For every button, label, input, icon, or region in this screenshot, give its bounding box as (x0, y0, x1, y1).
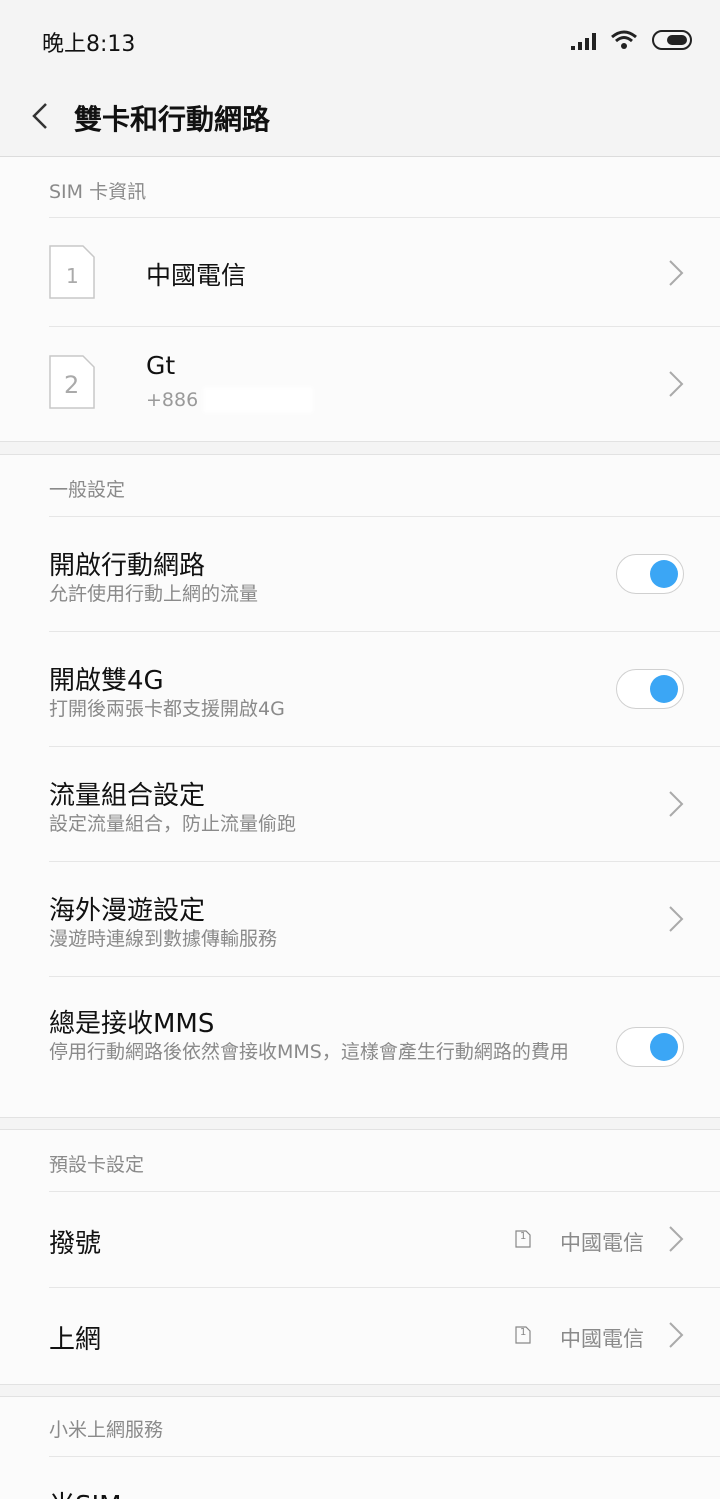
chevron-right-icon (669, 371, 684, 397)
chevron-right-icon (669, 906, 684, 932)
mi-sim-row[interactable]: 米SIM (0, 1457, 720, 1499)
setting-title: 上網 (49, 1325, 102, 1355)
setting-subtitle: 停用行動網路後依然會接收MMS，這樣會產生行動網路的費用 (49, 1041, 569, 1063)
setting-subtitle: 打開後兩張卡都支援開啟4G (49, 698, 285, 720)
section-heading: SIM 卡資訊 (49, 181, 147, 203)
default-data-row[interactable]: 上網 1 中國電信 (0, 1288, 720, 1384)
always-mms-toggle[interactable] (616, 1027, 684, 1067)
status-time: 晚上8:13 (42, 32, 136, 57)
sim-slot-number: 1 (520, 1231, 527, 1242)
mi-services-section: 小米上網服務 米SIM (0, 1396, 720, 1499)
dual-4g-toggle[interactable] (616, 669, 684, 709)
chevron-right-icon (669, 1226, 684, 1252)
back-arrow-icon[interactable] (26, 96, 56, 136)
mobile-data-toggle[interactable] (616, 554, 684, 594)
setting-title: 撥號 (49, 1229, 102, 1259)
status-icons (571, 24, 692, 56)
general-settings-section: 一般設定 開啟行動網路 允許使用行動上網的流量 開啟雙4G 打開後兩張卡都支援開… (0, 454, 720, 1118)
sim-carrier-name: 中國電信 (146, 261, 247, 290)
default-carrier: 中國電信 (560, 1327, 644, 1351)
section-heading: 一般設定 (49, 479, 126, 501)
setting-subtitle: 允許使用行動上網的流量 (49, 583, 259, 605)
app-header: 雙卡和行動網路 (0, 82, 720, 157)
redacted-number (203, 387, 313, 413)
chevron-right-icon (669, 1322, 684, 1348)
section-heading: 預設卡設定 (49, 1154, 145, 1176)
sim-info-section: SIM 卡資訊 1 中國電信 2 Gt +886 (0, 157, 720, 442)
setting-subtitle: 漫遊時連線到數據傳輸服務 (49, 928, 278, 950)
setting-mobile-data[interactable]: 開啟行動網路 允許使用行動上網的流量 (0, 517, 720, 631)
sim-card-row-2[interactable]: 2 Gt +886 (0, 327, 720, 441)
battery-icon (652, 30, 692, 50)
chevron-right-icon (669, 260, 684, 286)
sim-slot-number: 1 (66, 264, 79, 288)
setting-title: 總是接收MMS (49, 1009, 215, 1039)
setting-title: 米SIM (49, 1485, 122, 1499)
setting-title: 流量組合設定 (49, 781, 206, 811)
status-bar: 晚上8:13 (0, 0, 720, 82)
setting-title: 開啟行動網路 (49, 551, 206, 581)
sim-card-row-1[interactable]: 1 中國電信 (0, 218, 720, 326)
default-card-section: 預設卡設定 撥號 1 中國電信 上網 1 中國電信 (0, 1129, 720, 1385)
setting-data-combo[interactable]: 流量組合設定 設定流量組合，防止流量偷跑 (0, 747, 720, 861)
sim-carrier-name: Gt (146, 351, 176, 380)
sim-slot-number: 2 (64, 371, 80, 399)
sim-phone-number: +886 (146, 389, 199, 411)
default-carrier: 中國電信 (560, 1231, 644, 1255)
setting-always-mms[interactable]: 總是接收MMS 停用行動網路後依然會接收MMS，這樣會產生行動網路的費用 (0, 977, 720, 1117)
default-dial-row[interactable]: 撥號 1 中國電信 (0, 1192, 720, 1287)
page-title: 雙卡和行動網路 (74, 103, 271, 136)
setting-dual-4g[interactable]: 開啟雙4G 打開後兩張卡都支援開啟4G (0, 632, 720, 746)
section-heading: 小米上網服務 (49, 1419, 164, 1441)
wifi-icon (611, 30, 637, 49)
setting-subtitle: 設定流量組合，防止流量偷跑 (49, 813, 297, 835)
sim-slot-number: 1 (520, 1327, 527, 1338)
setting-title: 開啟雙4G (49, 666, 164, 696)
setting-title: 海外漫遊設定 (49, 896, 206, 926)
signal-icon (571, 30, 596, 50)
chevron-right-icon (669, 791, 684, 817)
setting-roaming[interactable]: 海外漫遊設定 漫遊時連線到數據傳輸服務 (0, 862, 720, 976)
